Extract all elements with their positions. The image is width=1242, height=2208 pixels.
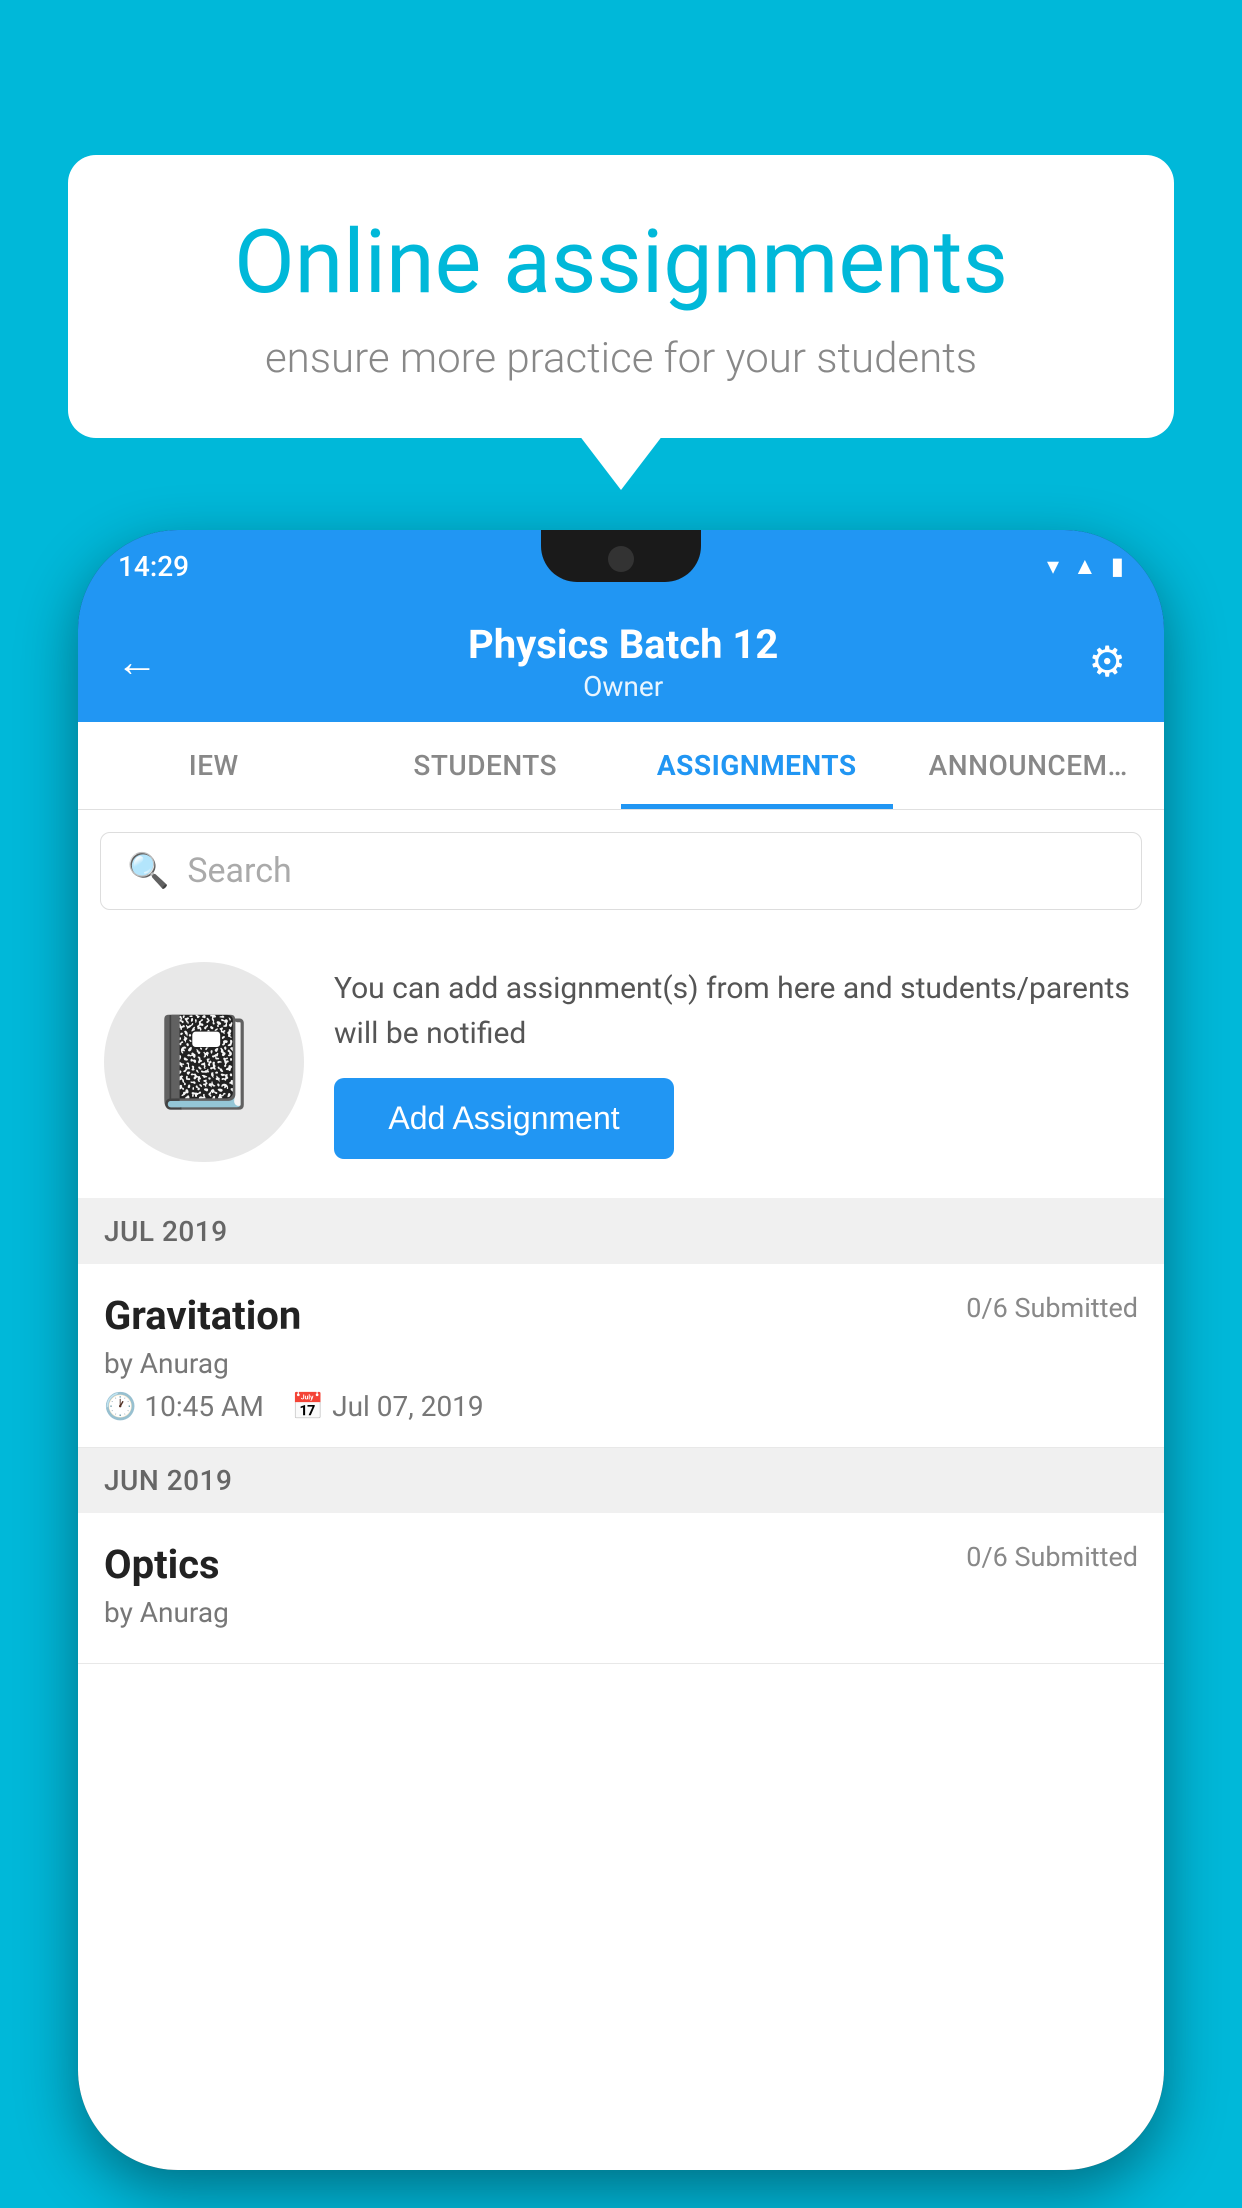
assignment-name: Gravitation bbox=[104, 1292, 301, 1339]
search-bar[interactable]: 🔍 Search bbox=[100, 832, 1142, 910]
assignment-icon-circle: 📓 bbox=[104, 962, 304, 1162]
notebook-icon: 📓 bbox=[148, 1010, 260, 1115]
assignment-author: by Anurag bbox=[104, 1347, 1138, 1380]
phone-frame: 14:29 ▾ ▲ ▮ ← Physics Batch 12 Owner ⚙ I… bbox=[78, 530, 1164, 2170]
add-assignment-button[interactable]: Add Assignment bbox=[334, 1078, 674, 1159]
section-jul-2019: JUL 2019 bbox=[78, 1199, 1164, 1264]
app-header: ← Physics Batch 12 Owner ⚙ bbox=[78, 602, 1164, 722]
assignment-optics[interactable]: Optics 0/6 Submitted by Anurag bbox=[78, 1513, 1164, 1664]
tabs-bar: IEW STUDENTS ASSIGNMENTS ANNOUNCEM… bbox=[78, 722, 1164, 810]
section-jun-2019: JUN 2019 bbox=[78, 1448, 1164, 1513]
optics-submitted: 0/6 Submitted bbox=[966, 1541, 1138, 1573]
assignment-promo-text: You can add assignment(s) from here and … bbox=[334, 966, 1138, 1159]
status-icons: ▾ ▲ ▮ bbox=[1047, 552, 1124, 581]
wifi-icon: ▾ bbox=[1047, 552, 1059, 580]
submitted-badge: 0/6 Submitted bbox=[966, 1292, 1138, 1324]
tab-iew[interactable]: IEW bbox=[78, 722, 350, 809]
search-container: 🔍 Search bbox=[78, 810, 1164, 926]
signal-icon: ▲ bbox=[1073, 552, 1097, 581]
optics-top-row: Optics 0/6 Submitted bbox=[104, 1541, 1138, 1588]
optics-author: by Anurag bbox=[104, 1596, 1138, 1629]
front-camera bbox=[608, 546, 634, 572]
assignment-top-row: Gravitation 0/6 Submitted bbox=[104, 1292, 1138, 1339]
assignment-time: 10:45 AM bbox=[144, 1390, 263, 1423]
assignment-time-row: 🕐 10:45 AM 📅 Jul 07, 2019 bbox=[104, 1390, 1138, 1423]
tab-students[interactable]: STUDENTS bbox=[350, 722, 622, 809]
promo-card: Online assignments ensure more practice … bbox=[68, 155, 1174, 438]
status-time: 14:29 bbox=[118, 550, 189, 583]
phone-notch bbox=[541, 530, 701, 582]
tab-assignments[interactable]: ASSIGNMENTS bbox=[621, 722, 893, 809]
content-area: 🔍 Search 📓 You can add assignment(s) fro… bbox=[78, 810, 1164, 2170]
battery-icon: ▮ bbox=[1111, 552, 1124, 580]
settings-icon[interactable]: ⚙ bbox=[1088, 637, 1126, 687]
assignment-date: Jul 07, 2019 bbox=[332, 1390, 484, 1423]
search-icon: 🔍 bbox=[127, 851, 169, 891]
promo-description: You can add assignment(s) from here and … bbox=[334, 966, 1138, 1056]
optics-name: Optics bbox=[104, 1541, 220, 1588]
time-item: 🕐 10:45 AM bbox=[104, 1390, 264, 1423]
assignment-gravitation[interactable]: Gravitation 0/6 Submitted by Anurag 🕐 10… bbox=[78, 1264, 1164, 1448]
clock-icon: 🕐 bbox=[104, 1392, 136, 1422]
date-item: 📅 Jul 07, 2019 bbox=[292, 1390, 484, 1423]
tab-announcements[interactable]: ANNOUNCEM… bbox=[893, 722, 1165, 809]
search-placeholder: Search bbox=[187, 851, 291, 891]
promo-subtitle: ensure more practice for your students bbox=[138, 334, 1104, 383]
back-button[interactable]: ← bbox=[116, 638, 158, 687]
calendar-icon: 📅 bbox=[292, 1392, 324, 1422]
assignment-promo-section: 📓 You can add assignment(s) from here an… bbox=[78, 926, 1164, 1199]
header-title-group: Physics Batch 12 Owner bbox=[468, 621, 778, 703]
owner-label: Owner bbox=[468, 670, 778, 703]
promo-title: Online assignments bbox=[138, 215, 1104, 312]
batch-title: Physics Batch 12 bbox=[468, 621, 778, 668]
